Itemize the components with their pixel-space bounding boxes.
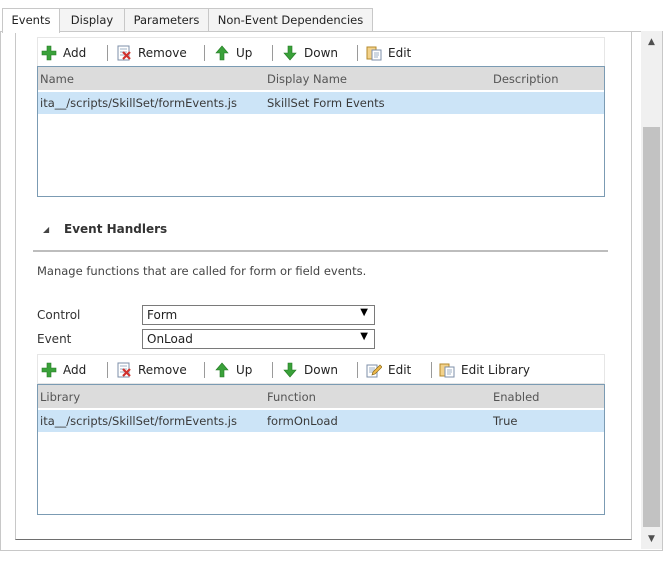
column-header-display-name[interactable]: Display Name (267, 68, 347, 90)
tab-non-event-dependencies[interactable]: Non-Event Dependencies (208, 8, 373, 32)
move-up-library-label: Up (236, 46, 253, 60)
column-header-function[interactable]: Function (267, 386, 316, 408)
toolbar-separator (272, 45, 273, 61)
edit-library-label: Edit Library (461, 363, 531, 377)
remove-library-button[interactable]: Remove (116, 44, 187, 62)
edit-pencil-icon (366, 364, 382, 378)
remove-icon (117, 45, 131, 61)
libraries-grid: Name Display Name Description ita__/scri… (37, 66, 605, 197)
event-handlers-description: Manage functions that are called for for… (37, 264, 367, 278)
column-header-name[interactable]: Name (40, 68, 74, 90)
move-up-handler-label: Up (236, 363, 253, 377)
dropdown-arrow-icon: ▼ (360, 331, 368, 342)
arrow-down-icon (283, 362, 297, 378)
remove-handler-label: Remove (138, 363, 187, 377)
column-header-library[interactable]: Library (40, 386, 80, 408)
edit-handler-label: Edit (388, 363, 412, 377)
edit-library-item-label: Edit (388, 46, 412, 60)
event-handlers-title: Event Handlers (64, 222, 168, 236)
toolbar-separator (204, 362, 205, 378)
add-handler-button[interactable]: Add (41, 361, 91, 379)
event-label: Event (37, 332, 72, 346)
dropdown-arrow-icon: ▼ (360, 307, 368, 318)
edit-library-item-button[interactable]: Edit (366, 44, 414, 62)
scroll-thumb[interactable] (643, 127, 660, 527)
plus-icon (41, 45, 57, 61)
column-header-enabled[interactable]: Enabled (493, 386, 539, 408)
control-label: Control (37, 308, 81, 322)
handlers-toolbar: Add Remove Up Down Edit Edit Library (37, 354, 605, 384)
move-down-handler-button[interactable]: Down (282, 361, 340, 379)
move-down-handler-label: Down (304, 363, 339, 377)
event-select-value: OnLoad (147, 332, 193, 346)
libraries-toolbar: Add Remove Up Down Edit (37, 37, 605, 67)
toolbar-separator (204, 45, 205, 61)
grid-header: Library Function Enabled (38, 385, 604, 409)
edit-icon (366, 46, 382, 61)
grid-header: Name Display Name Description (38, 67, 604, 91)
scroll-up-icon[interactable]: ▲ (641, 33, 662, 51)
handler-library-cell: ita__/scripts/SkillSet/formEvents.js (40, 414, 237, 428)
library-name-cell: ita__/scripts/SkillSet/formEvents.js (40, 96, 237, 110)
vertical-scrollbar[interactable]: ▲ ▼ (641, 31, 662, 549)
remove-library-label: Remove (138, 46, 187, 60)
tab-display[interactable]: Display (59, 8, 125, 32)
add-handler-label: Add (63, 363, 87, 377)
handler-function-cell: formOnLoad (267, 414, 338, 428)
remove-icon (117, 362, 131, 378)
toolbar-separator (107, 45, 108, 61)
collapse-triangle-icon[interactable]: ◢ (43, 225, 49, 234)
toolbar-separator (357, 45, 358, 61)
toolbar-separator (357, 362, 358, 378)
handlers-grid: Library Function Enabled ita__/scripts/S… (37, 384, 605, 515)
edit-handler-button[interactable]: Edit (366, 361, 414, 379)
move-up-handler-button[interactable]: Up (214, 361, 254, 379)
tab-events[interactable]: Events (2, 8, 60, 33)
table-row[interactable]: ita__/scripts/SkillSet/formEvents.js Ski… (38, 92, 604, 114)
table-row[interactable]: ita__/scripts/SkillSet/formEvents.js for… (38, 410, 604, 432)
tab-parameters[interactable]: Parameters (124, 8, 209, 32)
edit-library-button[interactable]: Edit Library (439, 361, 531, 379)
scroll-down-icon[interactable]: ▼ (641, 530, 662, 548)
add-library-label: Add (63, 46, 87, 60)
plus-icon (41, 362, 57, 378)
toolbar-separator (272, 362, 273, 378)
section-divider (33, 250, 608, 252)
control-select[interactable]: Form ▼ (142, 305, 375, 325)
toolbar-separator (107, 362, 108, 378)
library-display-name-cell: SkillSet Form Events (267, 96, 385, 110)
move-up-library-button[interactable]: Up (214, 44, 254, 62)
column-header-description[interactable]: Description (493, 68, 559, 90)
toolbar-separator (431, 362, 432, 378)
move-down-library-button[interactable]: Down (282, 44, 340, 62)
arrow-up-icon (215, 362, 229, 378)
event-select[interactable]: OnLoad ▼ (142, 329, 375, 349)
control-select-value: Form (147, 308, 178, 322)
move-down-library-label: Down (304, 46, 339, 60)
edit-library-icon (439, 363, 455, 378)
arrow-up-icon (215, 45, 229, 61)
remove-handler-button[interactable]: Remove (116, 361, 187, 379)
arrow-down-icon (283, 45, 297, 61)
add-library-button[interactable]: Add (41, 44, 91, 62)
handler-enabled-cell: True (493, 414, 518, 428)
